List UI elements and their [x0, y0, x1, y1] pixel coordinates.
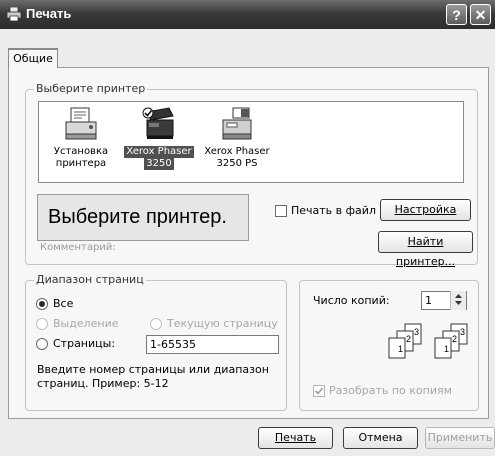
print-to-file-label: Печать в файл [291, 204, 376, 217]
copies-count-label: Число копий: [313, 294, 390, 307]
pages-radio[interactable] [36, 338, 48, 350]
pages-label: Страницы: [53, 337, 116, 350]
select-printer-group-label: Выберите принтер [34, 82, 148, 95]
printer-item-label: принтера [55, 158, 107, 169]
printer-icon [142, 107, 174, 139]
printer-item-add[interactable]: Установка принтера [43, 104, 119, 170]
copies-spinner[interactable] [450, 291, 466, 310]
tab-general[interactable]: Общие [8, 48, 58, 68]
spinner-arrows-icon [455, 294, 462, 305]
select-printer-callout: Выберите принтер. [37, 194, 249, 241]
svg-text:3: 3 [414, 327, 419, 337]
find-printer-button-label: Найти принтер... [395, 235, 456, 268]
pages-input[interactable]: 1-65535 [146, 335, 279, 354]
find-printer-button[interactable]: Найти принтер... [378, 231, 473, 268]
selection-radio[interactable] [36, 318, 48, 330]
printer-icon [222, 107, 252, 140]
svg-text:1: 1 [398, 344, 403, 354]
page-range-hint-example: страниц. Пример: 5-12 [37, 377, 169, 390]
print-to-file-checkbox[interactable] [275, 205, 287, 217]
collate-checkbox[interactable] [313, 385, 325, 397]
preferences-button-label: Настройка [394, 203, 457, 216]
current-page-radio[interactable] [150, 318, 162, 330]
printer-item-label: Xerox Phaser [204, 146, 270, 157]
printer-item-label: 3250 PS [216, 158, 258, 169]
svg-text:2: 2 [452, 334, 457, 344]
window-title: Печать [26, 6, 72, 21]
print-button-label: Печать [274, 431, 317, 444]
collate-label: Разобрать по копиям [329, 384, 452, 397]
current-page-label: Текущую страницу [167, 317, 278, 330]
all-pages-label: Все [53, 297, 74, 310]
printer-list[interactable]: Установка принтера Xerox Phaser 3250 Xer… [38, 101, 464, 183]
title-bar: Печать ? ✕ [0, 0, 495, 29]
close-button[interactable]: ✕ [470, 4, 491, 25]
svg-text:1: 1 [444, 344, 449, 354]
printer-item-label: Установка [53, 146, 109, 157]
page-range-hint: Введите номер страницы или диапазон [37, 363, 269, 376]
preferences-button[interactable]: Настройка [380, 199, 471, 221]
cancel-button[interactable]: Отмена [343, 427, 418, 449]
selection-label: Выделение [53, 317, 119, 330]
print-button[interactable]: Печать [258, 427, 333, 449]
printer-icon [6, 7, 22, 21]
checkmark-icon [314, 387, 324, 395]
collate-pages-icon: 321 321 [388, 323, 468, 359]
page-range-group-label: Диапазон страниц [34, 273, 146, 286]
printer-item-xerox-3250[interactable]: Xerox Phaser 3250 [121, 104, 197, 170]
apply-button[interactable]: Применить [425, 427, 495, 449]
printer-item-label: 3250 [144, 158, 174, 170]
add-printer-icon [65, 107, 97, 140]
print-dialog: Печать ? ✕ Общие Выберите принтер Устано… [0, 0, 495, 456]
printer-item-label: Xerox Phaser [124, 146, 194, 158]
svg-text:3: 3 [460, 327, 465, 337]
printer-item-xerox-3250ps[interactable]: Xerox Phaser 3250 PS [199, 104, 275, 170]
help-button[interactable]: ? [446, 4, 467, 25]
comment-label: Комментарий: [40, 242, 116, 253]
svg-text:2: 2 [406, 334, 411, 344]
all-pages-radio[interactable] [36, 298, 48, 310]
